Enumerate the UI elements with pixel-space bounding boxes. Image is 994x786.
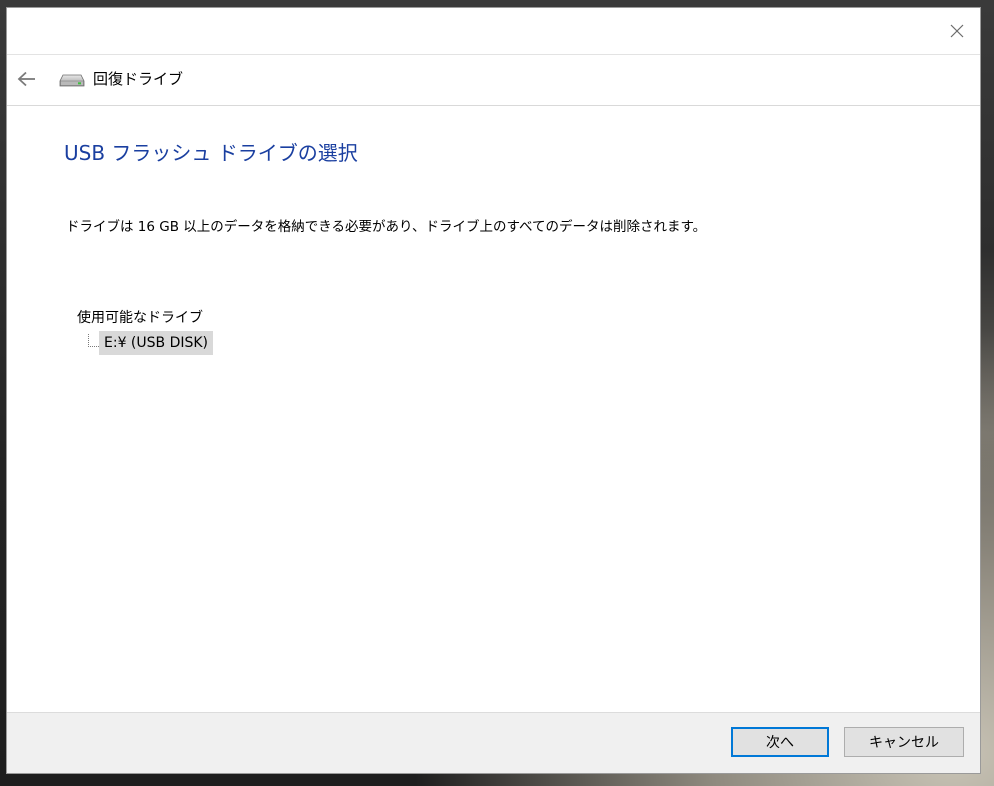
recovery-drive-window: 回復ドライブ USB フラッシュ ドライブの選択 ドライブは 16 GB 以上の… xyxy=(7,8,980,773)
tree-connector xyxy=(88,334,99,347)
back-arrow-icon xyxy=(17,71,35,87)
next-button[interactable]: 次へ xyxy=(731,727,829,757)
close-icon xyxy=(950,24,964,38)
window-title: 回復ドライブ xyxy=(93,70,184,88)
wizard-footer: 次へ キャンセル xyxy=(7,712,980,773)
close-button[interactable] xyxy=(934,8,980,54)
navigation-bar: 回復ドライブ xyxy=(7,54,980,106)
instruction-text: ドライブは 16 GB 以上のデータを格納できる必要があり、ドライブ上のすべての… xyxy=(66,219,707,235)
available-drives-label: 使用可能なドライブ xyxy=(77,310,203,326)
page-title: USB フラッシュ ドライブの選択 xyxy=(64,141,358,165)
drive-icon xyxy=(59,74,85,87)
wizard-content: USB フラッシュ ドライブの選択 ドライブは 16 GB 以上のデータを格納で… xyxy=(7,105,980,713)
title-bar xyxy=(7,8,980,54)
drive-list-item[interactable]: E:¥ (USB DISK) xyxy=(99,331,214,355)
back-button[interactable] xyxy=(13,65,41,93)
cancel-button[interactable]: キャンセル xyxy=(844,727,964,757)
